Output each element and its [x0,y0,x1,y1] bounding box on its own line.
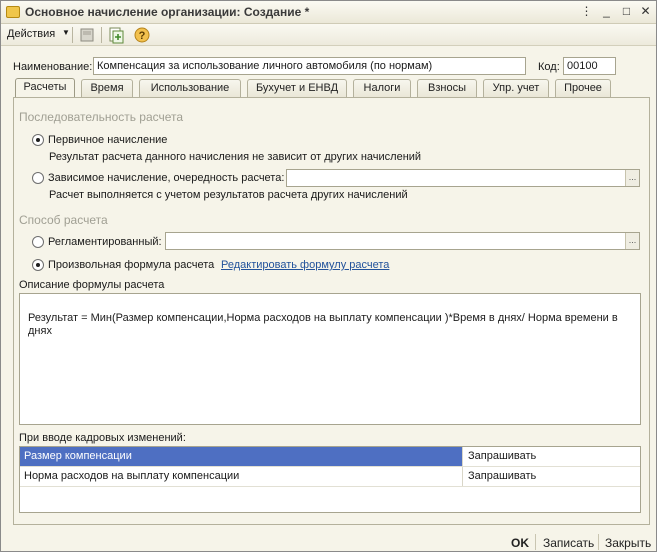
copy-document-icon[interactable] [107,26,125,44]
table-cell-parameter[interactable]: Норма расходов на выплату компенсации [20,467,463,486]
table-row[interactable]: Норма расходов на выплату компенсации За… [20,467,640,487]
footer-bar: OK Записать Закрыть [1,531,656,551]
select-button-icon[interactable]: ... [625,233,639,249]
tab-calculations[interactable]: Расчеты [15,78,75,99]
name-input[interactable]: Компенсация за использование личного авт… [93,57,526,75]
chevron-down-icon: ▼ [62,28,70,37]
actions-menu-button[interactable]: Действия [7,28,55,40]
code-label: Код: [538,61,560,73]
table-row[interactable]: Размер компенсации Запрашивать [20,447,640,467]
primary-accrual-label[interactable]: Первичное начисление [48,134,167,146]
footer-divider [598,534,599,550]
ok-button[interactable]: OK [511,536,529,550]
close-window-button[interactable]: ✕ [638,4,653,19]
dependent-accrual-description: Расчет выполняется с учетом результатов … [49,189,408,201]
toolbar-divider [101,27,102,43]
calc-sequence-title: Последовательность расчета [19,110,184,124]
tab-management-accounting[interactable]: Упр. учет [483,79,549,98]
primary-accrual-radio[interactable] [32,134,44,146]
formula-description-label: Описание формулы расчета [19,279,165,291]
table-cell-action[interactable]: Запрашивать [464,467,640,486]
dependent-accrual-radio[interactable] [32,172,44,184]
minimize-button[interactable]: _ [599,4,614,19]
calc-method-title: Способ расчета [19,213,108,227]
document-icon [6,6,20,18]
save-button[interactable]: Записать [543,536,594,550]
regulated-method-radio[interactable] [32,236,44,248]
save-to-list-icon[interactable] [78,26,96,44]
tab-usage[interactable]: Использование [139,79,241,98]
toolbar: Действия ▼ ? [1,24,656,46]
dependent-accrual-label[interactable]: Зависимое начисление, очередность расчет… [48,172,284,184]
tab-taxes[interactable]: Налоги [353,79,411,98]
tab-time[interactable]: Время [81,79,133,98]
toolbar-divider [72,27,73,43]
select-button-icon[interactable]: ... [625,170,639,186]
code-input[interactable]: 00100 [563,57,616,75]
custom-formula-radio[interactable] [32,259,44,271]
tab-accounting[interactable]: Бухучет и ЕНВД [247,79,347,98]
regulated-method-input[interactable] [165,232,640,250]
table-cell-parameter[interactable]: Размер компенсации [20,447,463,466]
table-cell-action[interactable]: Запрашивать [464,447,640,466]
primary-accrual-description: Результат расчета данного начисления не … [49,151,422,163]
tab-other[interactable]: Прочее [555,79,611,98]
help-icon[interactable]: ? [133,26,151,44]
custom-formula-label[interactable]: Произвольная формула расчета [48,259,214,271]
calc-order-input[interactable] [286,169,640,187]
tab-contributions[interactable]: Взносы [417,79,477,98]
hr-changes-table: Размер компенсации Запрашивать Норма рас… [19,446,641,513]
edit-formula-link[interactable]: Редактировать формулу расчета [221,259,389,271]
footer-divider [535,534,536,550]
regulated-method-label[interactable]: Регламентированный: [48,236,162,248]
close-button[interactable]: Закрыть [605,536,651,550]
document-window: Основное начисление организации: Создани… [0,0,657,552]
window-menu-button[interactable]: ⋮ [579,4,594,19]
svg-text:?: ? [139,30,146,42]
maximize-button[interactable]: □ [619,4,634,19]
name-label: Наименование: [13,61,93,73]
title-bar: Основное начисление организации: Создани… [1,1,656,24]
formula-text-area[interactable]: Результат = Мин(Размер компенсации,Норма… [19,293,641,425]
hr-changes-label: При вводе кадровых изменений: [19,432,186,444]
formula-text: Результат = Мин(Размер компенсации,Норма… [28,312,618,337]
window-title: Основное начисление организации: Создани… [25,5,310,19]
